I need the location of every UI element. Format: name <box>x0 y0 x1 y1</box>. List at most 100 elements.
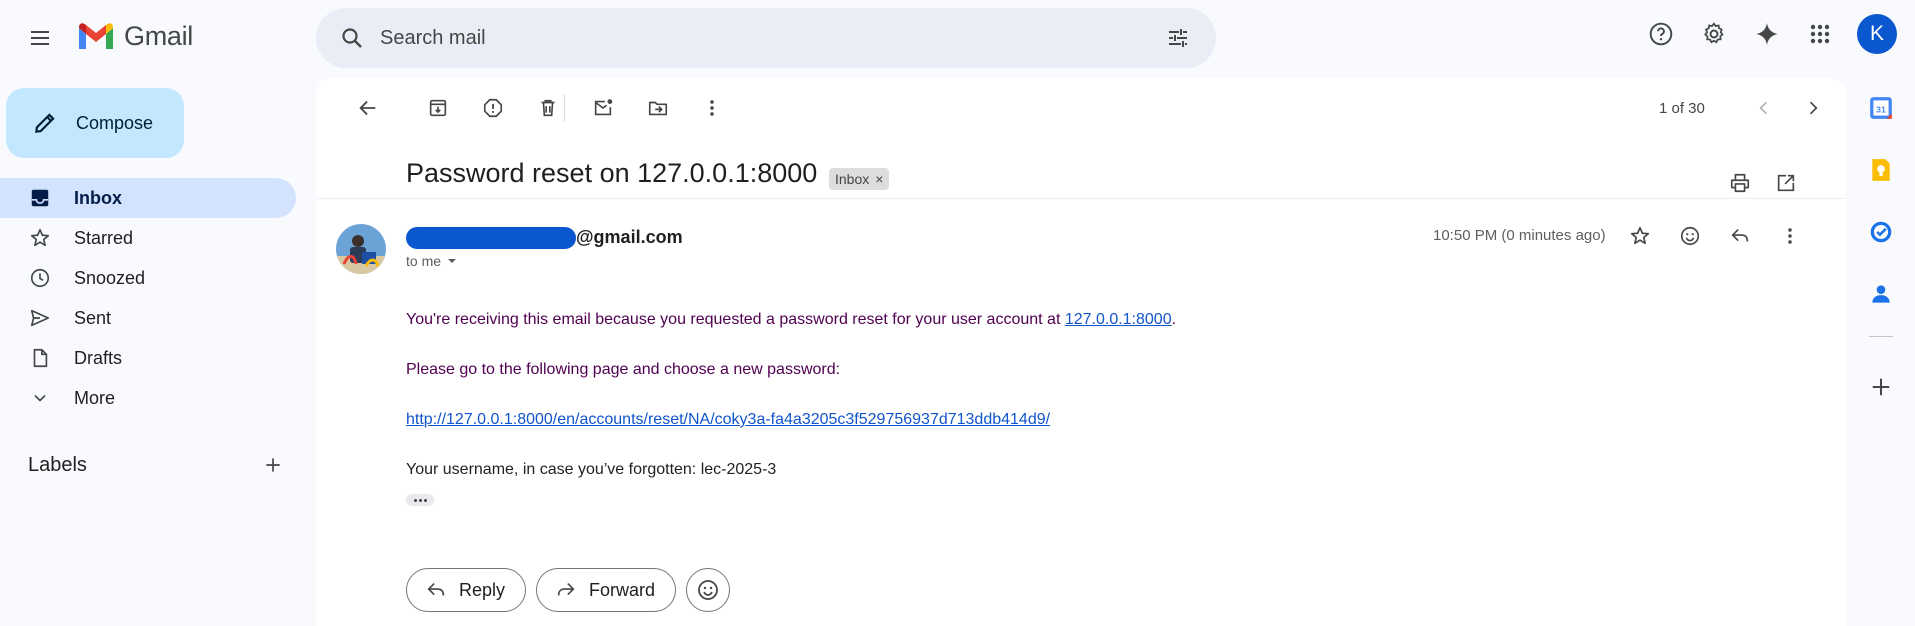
contacts-icon <box>1872 285 1890 303</box>
emoji-icon <box>698 580 718 600</box>
redacted-sender-name <box>406 227 576 249</box>
tasks-app-button[interactable] <box>1861 212 1901 252</box>
back-button[interactable] <box>348 88 388 128</box>
site-link[interactable]: 127.0.0.1:8000 <box>1065 311 1172 328</box>
top-right-actions: K <box>1641 14 1897 54</box>
sender-avatar[interactable] <box>336 224 386 274</box>
inbox-label-chip: Inbox × <box>829 168 890 190</box>
side-panel-divider <box>1869 336 1893 337</box>
settings-button[interactable] <box>1694 14 1734 54</box>
sidebar-item-label: Starred <box>74 227 134 248</box>
draft-icon <box>28 346 52 370</box>
tasks-icon <box>1870 221 1892 243</box>
more-vert-icon <box>1788 228 1792 244</box>
gear-icon <box>1704 22 1724 44</box>
sidebar-item-label: Sent <box>74 307 112 328</box>
search-icon <box>342 28 362 48</box>
pagination-text: 1 of 30 <box>1659 100 1705 117</box>
older-button[interactable] <box>1793 88 1833 128</box>
body-text: . <box>1171 311 1177 328</box>
apps-grid-icon <box>1810 24 1830 44</box>
sender-photo-icon <box>336 224 386 274</box>
reset-password-link[interactable]: http://127.0.0.1:8000/en/accounts/reset/… <box>406 411 1050 428</box>
send-icon <box>28 306 52 330</box>
contacts-app-button[interactable] <box>1861 274 1901 314</box>
plus-icon <box>1872 378 1890 396</box>
subject-actions <box>1720 165 1806 201</box>
sparkle-icon <box>1756 23 1778 45</box>
forward-button[interactable]: Forward <box>536 568 677 612</box>
labels-title: Labels <box>28 453 87 476</box>
search-options-button[interactable] <box>1158 18 1198 58</box>
message-more-button[interactable] <box>1770 216 1810 256</box>
add-reaction-button[interactable] <box>1670 216 1710 256</box>
remove-label-button[interactable]: × <box>875 171 883 187</box>
reply-icon-button[interactable] <box>1720 216 1760 256</box>
show-trimmed-content-button[interactable] <box>406 494 434 506</box>
search-input[interactable] <box>380 26 1158 50</box>
hamburger-icon <box>31 31 49 45</box>
reply-button[interactable]: Reply <box>406 568 527 612</box>
message-view: 1 of 30 Password reset on 127.0.0.1:8000… <box>316 78 1846 626</box>
dot-icon <box>418 498 422 502</box>
delete-button[interactable] <box>528 88 568 128</box>
sidebar-item-more[interactable]: More <box>0 378 296 418</box>
email-body: You're receiving this email because you … <box>406 310 1406 510</box>
sender-address[interactable]: @gmail.com <box>406 226 683 249</box>
move-to-button[interactable] <box>638 88 678 128</box>
gmail-logo[interactable]: Gmail <box>76 21 193 52</box>
search-bar <box>316 8 1216 68</box>
sidebar-item-inbox[interactable]: Inbox <box>0 178 296 218</box>
create-label-button[interactable] <box>258 450 288 480</box>
labels-header: Labels <box>28 450 288 480</box>
reply-icon <box>1731 228 1749 242</box>
star-icon <box>1630 226 1650 245</box>
sidebar-nav: Inbox Starred Snoozed Sent Drafts More <box>0 178 296 418</box>
body-text: You're receiving this email because you … <box>406 311 1065 328</box>
keep-app-button[interactable] <box>1861 150 1901 190</box>
subject-row: Password reset on 127.0.0.1:8000 <box>316 158 1846 198</box>
newer-button[interactable] <box>1744 88 1784 128</box>
apps-button[interactable] <box>1800 14 1840 54</box>
print-all-button[interactable] <box>1720 165 1760 201</box>
support-button[interactable] <box>1641 14 1681 54</box>
compose-button[interactable]: Compose <box>6 88 184 158</box>
gemini-button[interactable] <box>1747 14 1787 54</box>
sidebar-item-starred[interactable]: Starred <box>0 218 296 258</box>
sidebar-item-snoozed[interactable]: Snoozed <box>0 258 296 298</box>
reply-icon <box>425 579 447 601</box>
main-menu-button[interactable] <box>20 18 60 58</box>
spam-icon <box>483 98 503 118</box>
reply-actions: Reply Forward <box>406 568 731 612</box>
open-new-window-button[interactable] <box>1766 165 1806 201</box>
username-paragraph: Your username, in case you’ve forgotten:… <box>406 461 777 478</box>
body-paragraph: You're receiving this email because you … <box>406 310 1406 330</box>
star-button[interactable] <box>1620 216 1660 256</box>
dot-icon <box>413 498 417 502</box>
chevron-right-icon <box>1809 101 1818 115</box>
tune-icon <box>1169 29 1187 47</box>
more-actions-button[interactable] <box>692 88 732 128</box>
react-emoji-button[interactable] <box>686 568 731 612</box>
toolbar-divider <box>564 94 565 122</box>
mark-unread-button[interactable] <box>583 88 623 128</box>
star-icon <box>28 226 52 250</box>
recipient-details-toggle[interactable]: to me <box>406 253 457 269</box>
report-spam-button[interactable] <box>473 88 513 128</box>
chevron-left-icon <box>1759 101 1768 115</box>
sender-email-suffix: @gmail.com <box>576 226 683 247</box>
get-addons-button[interactable] <box>1861 367 1901 407</box>
body-paragraph: http://127.0.0.1:8000/en/accounts/reset/… <box>406 410 1406 430</box>
pencil-icon <box>30 108 60 138</box>
clock-icon <box>28 266 52 290</box>
caret-down-icon <box>448 259 457 263</box>
archive-button[interactable] <box>418 88 458 128</box>
sidebar-item-sent[interactable]: Sent <box>0 298 296 338</box>
search-button[interactable] <box>332 18 372 58</box>
sidebar-item-drafts[interactable]: Drafts <box>0 338 296 378</box>
open-in-new-icon <box>1777 174 1795 192</box>
plus-icon <box>266 458 280 472</box>
gmail-m-icon <box>79 22 113 49</box>
calendar-app-button[interactable]: 31 <box>1861 88 1901 128</box>
account-avatar[interactable]: K <box>1857 14 1897 54</box>
